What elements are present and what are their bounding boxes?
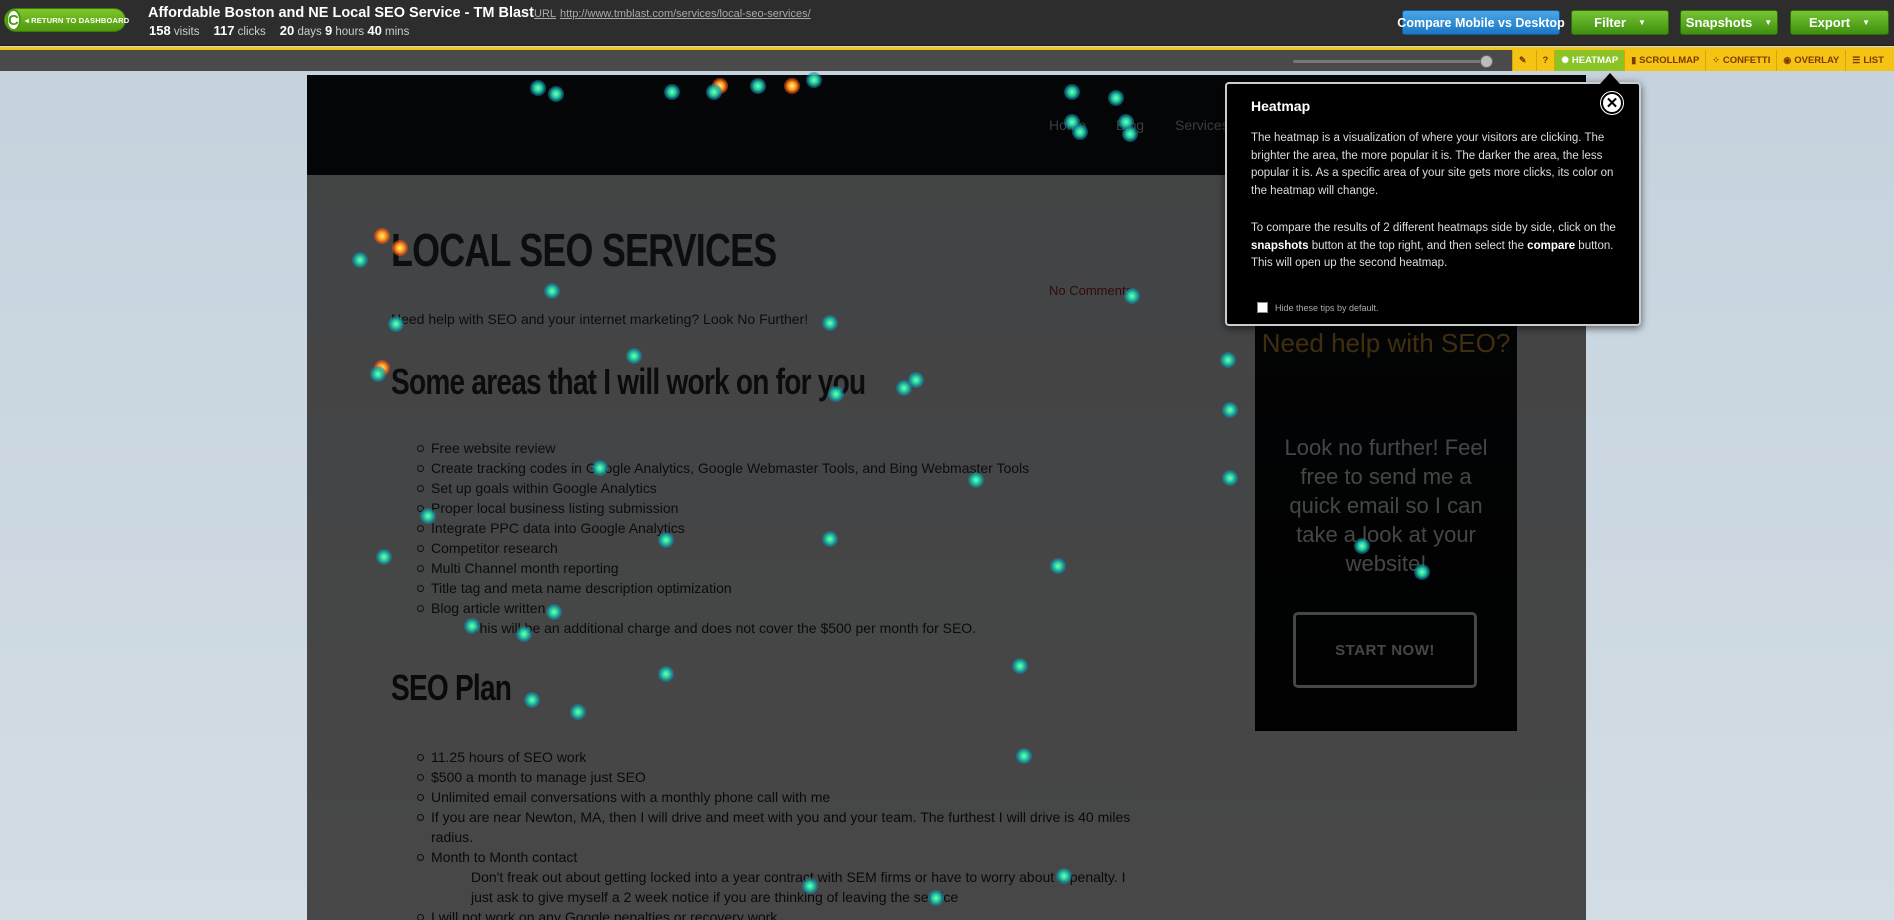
start-now-button[interactable]: START NOW!: [1293, 612, 1477, 688]
filter-label: Filter: [1594, 15, 1626, 30]
mins-label: mins: [385, 26, 410, 38]
list-item: Multi Channel month reporting: [416, 558, 1029, 578]
list-item: Proper local business listing submission: [416, 498, 1029, 518]
caret-down-icon: ▼: [1862, 18, 1871, 27]
scroll-icon: ▮: [1631, 55, 1637, 65]
no-comments-link[interactable]: No Comments: [1049, 283, 1132, 298]
tip-text: To compare the results of 2 different he…: [1251, 222, 1616, 234]
heatmap-tip-dialog: Heatmap ✕ The heatmap is a visualization…: [1225, 82, 1641, 326]
sun-icon: ✺: [1561, 55, 1569, 65]
list-subitem: Don't freak out about getting locked int…: [471, 869, 1126, 905]
list-icon: ☰: [1852, 55, 1861, 65]
tab-heatmap[interactable]: ✺ HEATMAP: [1554, 50, 1625, 71]
clicks-label: clicks: [237, 26, 266, 38]
list-item: Title tag and meta name description opti…: [416, 578, 1029, 598]
list-item: I will not work on any Google penalties …: [417, 907, 1151, 920]
tip-paragraph-1: The heatmap is a visualization of where …: [1251, 132, 1614, 197]
tab-scrollmap[interactable]: ▮ SCROLLMAP: [1624, 50, 1705, 71]
hide-tips-label[interactable]: Hide these tips by default.: [1275, 303, 1379, 313]
visits-label: visits: [173, 26, 200, 38]
hours-label: hours: [335, 26, 365, 38]
section-heading-areas: Some areas that I will work on for you: [391, 361, 866, 402]
mins-count: 40: [367, 23, 382, 38]
close-icon[interactable]: ✕: [1601, 92, 1623, 114]
snapshots-button[interactable]: Snapshots ▼: [1680, 10, 1778, 35]
stats-line: 158 visits 117 clicks 20 days 9 hours 40 m…: [149, 23, 409, 38]
list-item: If you are near Newton, MA, then I will …: [417, 807, 1151, 847]
tip-title: Heatmap: [1251, 98, 1311, 114]
nav-blog[interactable]: Blog: [1116, 117, 1144, 133]
tab-confetti-label: CONFETTI: [1722, 55, 1771, 66]
list-subitem: This will be an additional charge and do…: [471, 620, 977, 636]
tip-emphasis-snapshots: snapshots: [1251, 239, 1309, 252]
edit-icon: ✎: [1519, 55, 1527, 65]
plan-list: 11.25 hours of SEO work $500 a month to …: [417, 747, 1151, 920]
clicks-count: 117: [213, 23, 235, 38]
export-button[interactable]: Export ▼: [1790, 10, 1889, 35]
visits-count: 158: [149, 23, 171, 38]
tab-overlay[interactable]: ◉ OVERLAY: [1776, 50, 1845, 71]
page-title: Affordable Boston and NE Local SEO Servi…: [148, 5, 534, 21]
list-item: Free website review: [416, 438, 1029, 458]
tab-list[interactable]: ☰ LIST: [1845, 50, 1890, 71]
compare-mobile-desktop-button[interactable]: Compare Mobile vs Desktop: [1397, 10, 1565, 35]
tab-overlay-label: OVERLAY: [1794, 55, 1840, 66]
hours-count: 9: [324, 23, 333, 38]
snapshots-label: Snapshots: [1685, 15, 1753, 30]
tip-emphasis-compare: compare: [1527, 239, 1576, 252]
nav-home[interactable]: Home: [1049, 117, 1086, 133]
overlay-icon: ◉: [1783, 55, 1792, 65]
tab-list-label: LIST: [1863, 55, 1884, 66]
url-link[interactable]: http://www.tmblast.com/services/local-se…: [560, 8, 811, 20]
page-url: URL http://www.tmblast.com/services/local…: [534, 8, 811, 20]
list-item: Create tracking codes in Google Analytic…: [416, 460, 1030, 476]
report-toolbar: ✎ ? ✺ HEATMAP ▮ SCROLLMAP ⁘ CONFETTI ◉ OVERL…: [0, 47, 1894, 71]
list-item: 11.25 hours of SEO work: [417, 747, 1151, 767]
nav-services[interactable]: Services: [1175, 117, 1229, 133]
services-list: Free website review Create tracking code…: [416, 438, 1030, 638]
crazyegg-logo-icon: C: [6, 9, 21, 31]
top-bar: C ◂ RETURN TO DASHBOARD Affordable Bosto…: [0, 0, 1894, 46]
return-to-dashboard-button[interactable]: C ◂ RETURN TO DASHBOARD: [4, 8, 129, 32]
days-label: days: [297, 26, 322, 38]
report-tabs: ✎ ? ✺ HEATMAP ▮ SCROLLMAP ⁘ CONFETTI ◉ OVERL…: [1512, 50, 1894, 71]
caret-down-icon: ▼: [1637, 18, 1646, 27]
edit-tool[interactable]: ✎: [1512, 50, 1536, 71]
filter-button[interactable]: Filter ▼: [1571, 10, 1669, 35]
url-label: URL: [534, 8, 557, 20]
tip-text: button at the top right, and then select…: [1308, 239, 1528, 252]
list-item: Month to Month contact: [417, 847, 1151, 867]
opacity-slider-handle[interactable]: [1480, 55, 1493, 68]
days-count: 20: [279, 23, 295, 38]
export-label: Export: [1808, 15, 1851, 30]
sidebar-title: Need help with SEO?: [1261, 328, 1511, 358]
tip-paragraph-2: To compare the results of 2 different he…: [1251, 220, 1623, 273]
tab-heatmap-label: HEATMAP: [1571, 55, 1619, 66]
return-label: ◂ RETURN TO DASHBOARD: [24, 15, 130, 25]
hide-tips-checkbox[interactable]: [1257, 302, 1268, 313]
tab-scrollmap-label: SCROLLMAP: [1639, 55, 1700, 66]
help-tool[interactable]: ?: [1535, 50, 1555, 71]
tooltip-arrow-inner: [1600, 73, 1620, 84]
list-item: Blog article written: [416, 598, 1029, 618]
confetti-icon: ⁘: [1712, 55, 1720, 65]
list-item: $500 a month to manage just SEO: [417, 767, 1151, 787]
caret-down-icon: ▼: [1764, 18, 1773, 27]
list-item: Integrate PPC data into Google Analytics: [416, 518, 1029, 538]
sidebar-text: Look no further! Feel free to send me a …: [1284, 435, 1488, 576]
list-item: Competitor research: [416, 538, 1029, 558]
opacity-slider-track[interactable]: [1293, 60, 1489, 63]
section-heading-plan: SEO Plan: [391, 667, 512, 708]
list-item: Unlimited email conversations with a mon…: [417, 787, 1151, 807]
intro-text: Need help with SEO and your internet mar…: [391, 311, 809, 327]
page-heading: LOCAL SEO SERVICES: [391, 224, 777, 276]
list-item: Set up goals within Google Analytics: [416, 478, 1029, 498]
tab-confetti[interactable]: ⁘ CONFETTI: [1705, 50, 1776, 71]
